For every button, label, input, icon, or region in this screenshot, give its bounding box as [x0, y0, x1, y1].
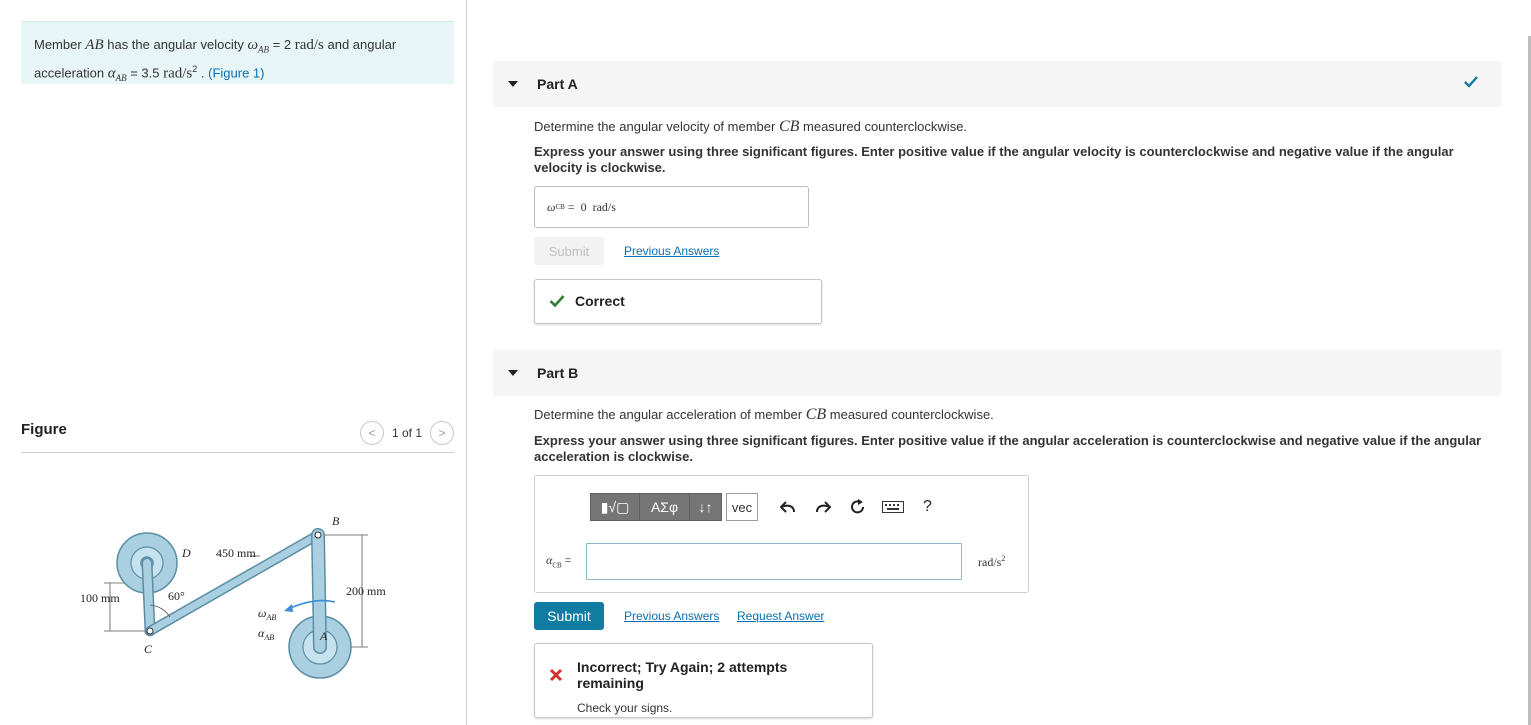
part-a-answer: ω CB = 0 rad/s: [534, 186, 809, 228]
undo-icon[interactable]: [770, 493, 805, 521]
part-a-header[interactable]: Part A: [493, 61, 1501, 107]
figure-header: Figure < 1 of 1 >: [21, 420, 454, 453]
part-b-header[interactable]: Part B: [493, 350, 1501, 396]
label-b: B: [332, 514, 340, 528]
part-b-submit-button[interactable]: Submit: [534, 602, 604, 630]
request-answer-link[interactable]: Request Answer: [737, 609, 824, 623]
label-alpha: αAB: [258, 626, 274, 642]
redo-icon[interactable]: [805, 493, 840, 521]
label-c: C: [144, 642, 153, 656]
keyboard-icon[interactable]: [875, 493, 910, 521]
part-a-title: Part A: [537, 76, 578, 92]
label-a: A: [319, 629, 328, 643]
answer-unit: rad/s2: [978, 554, 1006, 569]
label-angle: 60°: [168, 589, 185, 603]
figure-pager: < 1 of 1 >: [359, 421, 454, 445]
collapse-arrow-icon[interactable]: [508, 81, 518, 87]
templates-button[interactable]: ▮√▢: [590, 493, 640, 521]
part-a-submit-button: Submit: [534, 237, 604, 265]
answer-input[interactable]: [586, 543, 962, 580]
vector-button[interactable]: vec: [726, 493, 758, 521]
figure-link[interactable]: (Figure 1): [208, 65, 264, 80]
part-b-question: Determine the angular acceleration of me…: [534, 406, 994, 423]
problem-panel: Member AB has the angular velocity ωAB =…: [0, 0, 467, 725]
part-a-instructions: Express your answer using three signific…: [534, 144, 1454, 175]
figure-page-count: 1 of 1: [391, 426, 422, 440]
part-b-instructions: Express your answer using three signific…: [534, 433, 1482, 464]
part-a-feedback: Correct: [534, 279, 822, 324]
help-icon[interactable]: ?: [910, 493, 945, 521]
linkage-diagram: B D C A 450 mm 200 mm 100 mm 60° ωAB αAB: [80, 514, 386, 679]
answer-label: αCB =: [546, 553, 572, 570]
omega-arrow: [287, 599, 336, 610]
label-omega: ωAB: [258, 606, 276, 622]
label-100mm: 100 mm: [80, 591, 120, 605]
editor-toolbar: ▮√▢ ΑΣφ ↓↑ vec ?: [590, 493, 945, 521]
math-editor: ▮√▢ ΑΣφ ↓↑ vec ? αCB = rad/s2: [534, 475, 1029, 593]
figure-title: Figure: [21, 421, 67, 438]
collapse-arrow-icon[interactable]: [508, 370, 518, 376]
label-d: D: [181, 546, 191, 560]
reset-icon[interactable]: [840, 493, 875, 521]
close-icon: [549, 668, 563, 682]
arrows-button[interactable]: ↓↑: [690, 493, 722, 521]
part-b-title: Part B: [537, 365, 579, 381]
part-a-question: Determine the angular velocity of member…: [534, 118, 968, 135]
greek-symbols-button[interactable]: ΑΣφ: [640, 493, 690, 521]
check-icon: [549, 295, 565, 308]
part-b-previous-answers-link[interactable]: Previous Answers: [624, 609, 719, 623]
next-figure-button[interactable]: >: [430, 421, 454, 445]
problem-statement: Member AB has the angular velocity ωAB =…: [21, 21, 454, 84]
check-icon: [1464, 76, 1478, 88]
label-450mm: 450 mm: [216, 546, 256, 560]
label-200mm: 200 mm: [346, 584, 386, 598]
prev-figure-button[interactable]: <: [359, 421, 384, 445]
part-b-feedback: Incorrect; Try Again; 2 attempts remaini…: [534, 643, 873, 718]
part-a-previous-answers-link[interactable]: Previous Answers: [624, 244, 719, 258]
